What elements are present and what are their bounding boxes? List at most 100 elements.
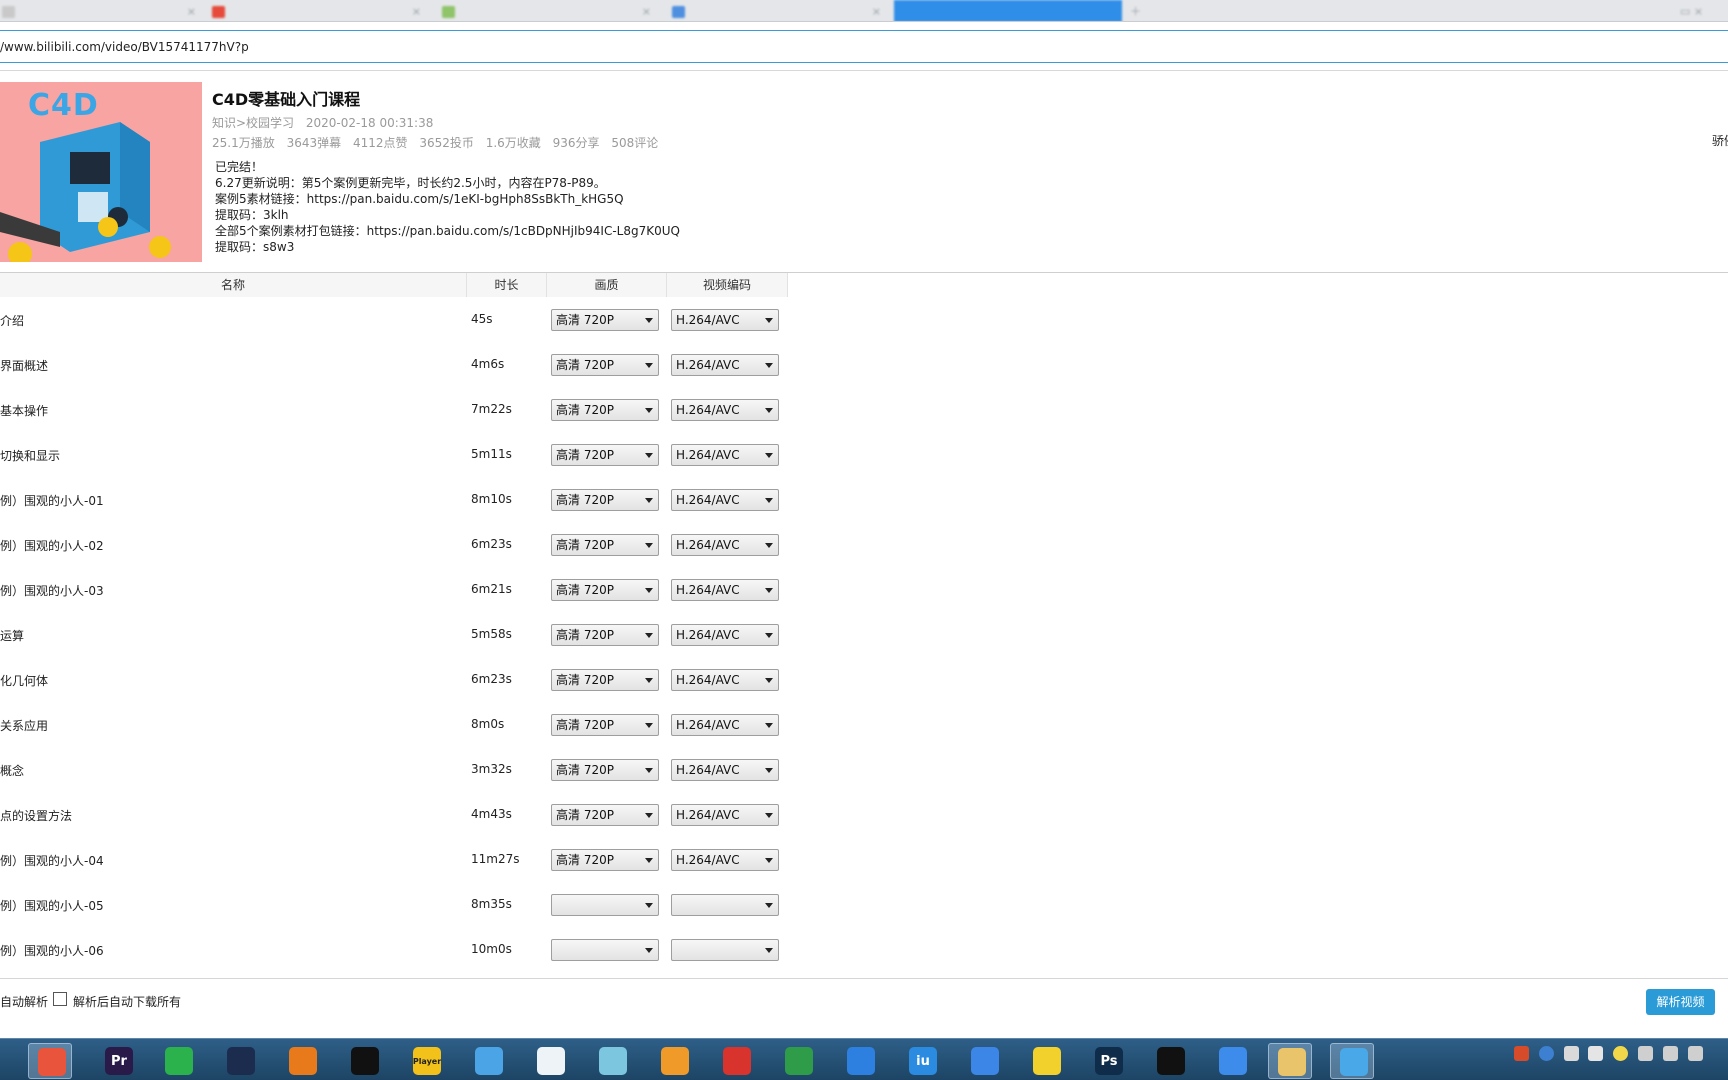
- video-category[interactable]: 知识>校园学习: [212, 116, 294, 130]
- taskbar-button[interactable]: Player: [404, 1043, 448, 1079]
- parse-video-button[interactable]: 解析视频: [1646, 989, 1715, 1015]
- codec-select[interactable]: H.264/AVC: [671, 579, 779, 601]
- table-row[interactable]: 界面概述 4m6s 高清 720P H.264/AVC: [0, 343, 800, 388]
- dropdown-arrow-icon: [765, 903, 773, 908]
- taskbar-button[interactable]: [528, 1043, 572, 1079]
- quality-select[interactable]: 高清 720P: [551, 354, 659, 376]
- codec-value: H.264/AVC: [676, 448, 740, 462]
- quality-select[interactable]: [551, 894, 659, 916]
- address-url[interactable]: /www.bilibili.com/video/BV15741177hV?p: [0, 40, 249, 54]
- quality-select[interactable]: 高清 720P: [551, 444, 659, 466]
- taskbar-button[interactable]: [1268, 1043, 1312, 1079]
- taskbar-button[interactable]: Pr: [96, 1043, 140, 1079]
- browser-tab[interactable]: ×: [440, 2, 655, 21]
- header-codec[interactable]: 视频编码: [667, 273, 788, 297]
- quality-select[interactable]: 高清 720P: [551, 489, 659, 511]
- taskbar-button[interactable]: [1330, 1043, 1374, 1079]
- table-row[interactable]: 例）围观的小人-01 8m10s 高清 720P H.264/AVC: [0, 478, 800, 523]
- taskbar-button[interactable]: [280, 1043, 324, 1079]
- codec-select[interactable]: H.264/AVC: [671, 849, 779, 871]
- taskbar-button[interactable]: Ps: [1086, 1043, 1130, 1079]
- header-quality[interactable]: 画质: [547, 273, 667, 297]
- table-row[interactable]: 基本操作 7m22s 高清 720P H.264/AVC: [0, 388, 800, 433]
- tray-expand-icon[interactable]: [1563, 1046, 1579, 1061]
- quality-select[interactable]: 高清 720P: [551, 714, 659, 736]
- table-row[interactable]: 例）围观的小人-05 8m35s: [0, 883, 800, 928]
- header-duration[interactable]: 时长: [467, 273, 547, 297]
- taskbar-button[interactable]: [156, 1043, 200, 1079]
- quality-select[interactable]: 高清 720P: [551, 669, 659, 691]
- quality-select[interactable]: 高清 720P: [551, 849, 659, 871]
- codec-select[interactable]: H.264/AVC: [671, 309, 779, 331]
- auto-download-label[interactable]: 解析后自动下载所有: [73, 993, 181, 1010]
- quality-select[interactable]: 高清 720P: [551, 804, 659, 826]
- auto-parse-label[interactable]: 自动解析: [0, 993, 48, 1010]
- table-row[interactable]: 关系应用 8m0s 高清 720P H.264/AVC: [0, 703, 800, 748]
- quality-select[interactable]: 高清 720P: [551, 534, 659, 556]
- taskbar-button[interactable]: [962, 1043, 1006, 1079]
- taskbar-button[interactable]: [1210, 1043, 1254, 1079]
- taskbar-button[interactable]: [466, 1043, 510, 1079]
- taskbar-button[interactable]: iu: [900, 1043, 944, 1079]
- codec-select[interactable]: [671, 939, 779, 961]
- header-name[interactable]: 名称: [0, 273, 467, 297]
- table-row[interactable]: 例）围观的小人-04 11m27s 高清 720P H.264/AVC: [0, 838, 800, 883]
- codec-select[interactable]: H.264/AVC: [671, 804, 779, 826]
- taskbar-button[interactable]: [342, 1043, 386, 1079]
- antivirus-tray-icon[interactable]: [1514, 1046, 1529, 1061]
- quality-select[interactable]: 高清 720P: [551, 399, 659, 421]
- codec-select[interactable]: H.264/AVC: [671, 714, 779, 736]
- codec-select[interactable]: H.264/AVC: [671, 624, 779, 646]
- quality-select[interactable]: 高清 720P: [551, 579, 659, 601]
- tab-close-icon[interactable]: ×: [642, 2, 651, 21]
- taskbar-button[interactable]: [838, 1043, 882, 1079]
- codec-select[interactable]: H.264/AVC: [671, 489, 779, 511]
- table-row[interactable]: 概念 3m32s 高清 720P H.264/AVC: [0, 748, 800, 793]
- browser-tab[interactable]: ×: [670, 2, 885, 21]
- help-tray-icon[interactable]: [1538, 1046, 1554, 1061]
- codec-select[interactable]: H.264/AVC: [671, 399, 779, 421]
- codec-select[interactable]: H.264/AVC: [671, 354, 779, 376]
- add-tray-icon[interactable]: [1613, 1046, 1629, 1061]
- table-row[interactable]: 例）围观的小人-03 6m21s 高清 720P H.264/AVC: [0, 568, 800, 613]
- codec-select[interactable]: H.264/AVC: [671, 669, 779, 691]
- taskbar-button[interactable]: [1148, 1043, 1192, 1079]
- codec-select[interactable]: H.264/AVC: [671, 444, 779, 466]
- table-row[interactable]: 例）围观的小人-06 10m0s: [0, 928, 800, 973]
- codec-select[interactable]: H.264/AVC: [671, 534, 779, 556]
- new-tab-icon[interactable]: ＋: [1130, 2, 1160, 21]
- address-bar[interactable]: /www.bilibili.com/video/BV15741177hV?p: [0, 30, 1728, 63]
- tab-close-icon[interactable]: ×: [187, 2, 196, 21]
- auto-download-checkbox[interactable]: [53, 992, 67, 1006]
- keyboard-tray-icon[interactable]: [1638, 1046, 1654, 1061]
- browser-tab[interactable]: ×: [0, 2, 200, 21]
- table-row[interactable]: 介绍 45s 高清 720P H.264/AVC: [0, 298, 800, 343]
- table-row[interactable]: 运算 5m58s 高清 720P H.264/AVC: [0, 613, 800, 658]
- quality-select[interactable]: 高清 720P: [551, 759, 659, 781]
- episode-duration: 7m22s: [471, 402, 512, 416]
- codec-select[interactable]: H.264/AVC: [671, 759, 779, 781]
- table-row[interactable]: 切换和显示 5m11s 高清 720P H.264/AVC: [0, 433, 800, 478]
- taskbar-button[interactable]: [776, 1043, 820, 1079]
- taskbar-button[interactable]: [1024, 1043, 1068, 1079]
- codec-select[interactable]: [671, 894, 779, 916]
- flag-tray-icon[interactable]: [1588, 1046, 1604, 1061]
- tab-close-icon[interactable]: ×: [412, 2, 421, 21]
- quality-select[interactable]: 高清 720P: [551, 309, 659, 331]
- taskbar-button[interactable]: [652, 1043, 696, 1079]
- volume-tray-icon[interactable]: [1687, 1046, 1703, 1061]
- browser-tab[interactable]: ×: [210, 2, 425, 21]
- table-row[interactable]: 化几何体 6m23s 高清 720P H.264/AVC: [0, 658, 800, 703]
- network-tray-icon[interactable]: [1662, 1046, 1678, 1061]
- quality-select[interactable]: 高清 720P: [551, 624, 659, 646]
- browser-tab-active[interactable]: [894, 0, 1122, 21]
- taskbar-button[interactable]: [714, 1043, 758, 1079]
- table-row[interactable]: 例）围观的小人-02 6m23s 高清 720P H.264/AVC: [0, 523, 800, 568]
- tab-close-icon[interactable]: ×: [872, 2, 881, 21]
- window-controls-icon[interactable]: ▭ ×: [1680, 2, 1720, 21]
- table-row[interactable]: 点的设置方法 4m43s 高清 720P H.264/AVC: [0, 793, 800, 838]
- taskbar-button[interactable]: [218, 1043, 262, 1079]
- taskbar-button[interactable]: [28, 1043, 72, 1079]
- quality-select[interactable]: [551, 939, 659, 961]
- taskbar-button[interactable]: [590, 1043, 634, 1079]
